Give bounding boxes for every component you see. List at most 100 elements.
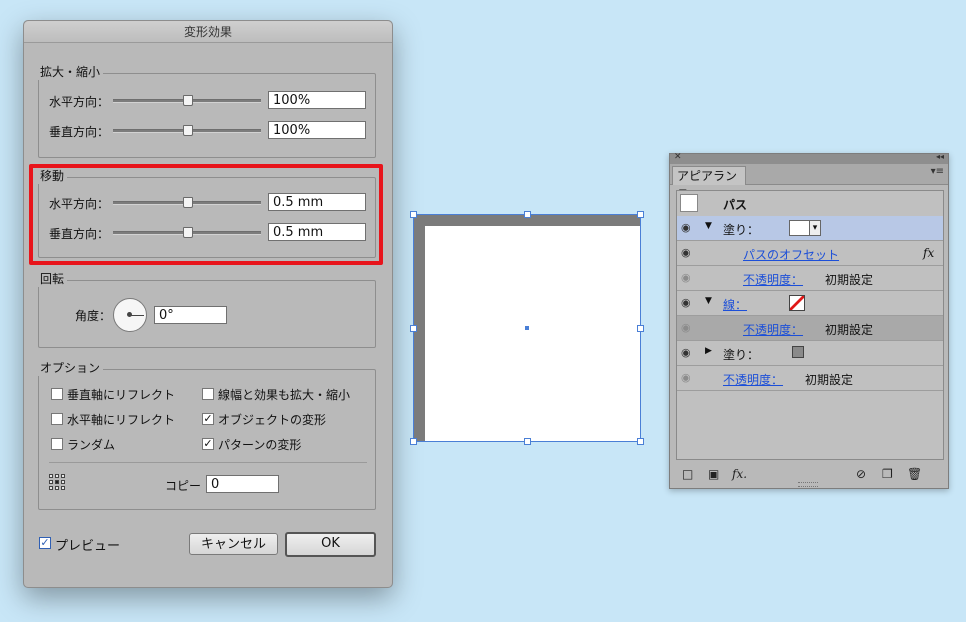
reflect-vertical-label: 垂直軸にリフレクト — [67, 388, 176, 402]
scale-vertical-label: 垂直方向： — [49, 125, 110, 139]
options-divider — [49, 462, 367, 463]
fill-opacity-value: 初期設定 — [825, 273, 874, 287]
stroke-row[interactable]: ◉ ▼ 線： — [677, 291, 943, 316]
rotate-group: 回転 角度： 0° — [37, 271, 376, 348]
handle-middle-left[interactable] — [410, 325, 417, 332]
object-row[interactable]: パス — [677, 191, 943, 217]
fx-icon: fx — [923, 246, 935, 260]
delete-item-icon[interactable]: 🗑 — [907, 467, 922, 481]
angle-dial-center — [127, 312, 132, 317]
stroke-opacity-link[interactable]: 不透明度： — [743, 321, 803, 338]
scale-horizontal-label: 水平方向： — [49, 95, 110, 109]
copies-label: コピー — [165, 479, 202, 493]
random-label: ランダム — [67, 438, 116, 452]
handle-bottom-right[interactable] — [637, 438, 644, 445]
move-highlight-box — [29, 164, 383, 265]
reference-point-icon[interactable] — [49, 474, 67, 492]
fill-color-swatch[interactable] — [789, 220, 811, 236]
scale-vertical-slider-thumb[interactable] — [183, 125, 193, 136]
add-new-stroke-icon[interactable]: ▣ — [708, 467, 719, 481]
fill-expand-icon[interactable]: ▼ — [705, 221, 712, 231]
panel-resize-grip[interactable] — [798, 482, 818, 487]
tab-appearance[interactable]: アピアランス — [672, 166, 746, 201]
panel-header-bar: ✕ ◂◂ — [670, 152, 948, 164]
object-opacity-link[interactable]: 不透明度： — [723, 371, 783, 388]
stroke-visibility-eye-icon[interactable]: ◉ — [681, 296, 691, 309]
fill-visibility-eye-icon[interactable]: ◉ — [681, 221, 691, 234]
appearance-panel: ✕ ◂◂ アピアランス ▾≡ パス ◉ ▼ 塗り： ▾ ◉ パスのオフセット f… — [669, 152, 949, 489]
panel-close-icon[interactable]: ✕ — [674, 152, 682, 162]
selected-path-object[interactable] — [410, 211, 644, 445]
stroke-opacity-row[interactable]: ◉ 不透明度： 初期設定 — [677, 316, 943, 341]
panel-menu-icon[interactable]: ▾≡ — [931, 166, 944, 177]
object-opacity-row[interactable]: ◉ 不透明度： 初期設定 — [677, 366, 943, 391]
reflect-horizontal-checkbox[interactable] — [51, 413, 63, 425]
reflect-horizontal-label: 水平軸にリフレクト — [67, 413, 176, 427]
scale-horizontal-slider-thumb[interactable] — [183, 95, 193, 106]
angle-dial[interactable] — [113, 298, 147, 332]
handle-middle-right[interactable] — [637, 325, 644, 332]
fill-opacity-row[interactable]: ◉ 不透明度： 初期設定 — [677, 266, 943, 291]
stroke-opacity-value: 初期設定 — [825, 323, 874, 337]
offset-path-row[interactable]: ◉ パスのオフセット fx — [677, 241, 943, 266]
panel-collapse-icon[interactable]: ◂◂ — [936, 152, 944, 161]
add-new-fill-icon[interactable]: □ — [682, 467, 693, 481]
object-name: パス — [723, 198, 748, 212]
scale-horizontal-input[interactable]: 100% — [268, 91, 366, 109]
stroke-none-swatch[interactable] — [789, 295, 805, 311]
fill2-label: 塗り： — [723, 348, 760, 362]
rotate-legend: 回転 — [37, 271, 68, 287]
add-effect-icon[interactable]: fx. — [732, 467, 747, 481]
fill-label: 塗り： — [723, 223, 760, 237]
panel-footer: □ ▣ fx. ⊘ ❐ 🗑 — [670, 462, 948, 488]
panel-tab-bar: アピアランス ▾≡ — [670, 164, 948, 201]
fill2-color-swatch[interactable] — [792, 346, 804, 358]
cancel-button[interactable]: キャンセル — [189, 533, 278, 555]
offset-path-link[interactable]: パスのオフセット — [743, 246, 839, 263]
ok-button[interactable]: OK — [285, 532, 376, 557]
fill-dropdown-icon[interactable]: ▾ — [809, 220, 821, 236]
fill2-visibility-eye-icon[interactable]: ◉ — [681, 346, 691, 359]
handle-top-right[interactable] — [637, 211, 644, 218]
offset-visibility-eye-icon[interactable]: ◉ — [681, 246, 691, 259]
handle-top-left[interactable] — [410, 211, 417, 218]
handle-bottom-left[interactable] — [410, 438, 417, 445]
preview-checkbox[interactable]: ✓ — [39, 537, 51, 549]
scale-legend: 拡大・縮小 — [37, 64, 104, 80]
options-legend: オプション — [37, 360, 104, 376]
reflect-vertical-checkbox[interactable] — [51, 388, 63, 400]
center-point — [525, 326, 529, 330]
handle-top-center[interactable] — [524, 211, 531, 218]
transform-effect-dialog: 変形効果 拡大・縮小 水平方向： 100% 垂直方向： 100% 移動 水平方向… — [23, 20, 393, 588]
duplicate-item-icon[interactable]: ❐ — [882, 467, 893, 481]
angle-input[interactable]: 0° — [154, 306, 227, 324]
options-group: オプション 垂直軸にリフレクト 水平軸にリフレクト ランダム 線幅と効果も拡大・… — [37, 360, 376, 510]
transform-patterns-checkbox[interactable]: ✓ — [202, 438, 214, 450]
angle-label: 角度： — [75, 309, 112, 323]
angle-dial-indicator — [130, 315, 144, 316]
object-thumbnail — [680, 194, 698, 212]
stroke-opacity-eye-icon[interactable]: ◉ — [681, 321, 691, 334]
transform-objects-checkbox[interactable]: ✓ — [202, 413, 214, 425]
scale-vertical-input[interactable]: 100% — [268, 121, 366, 139]
fill2-collapse-icon[interactable]: ▶ — [705, 346, 712, 356]
clear-appearance-icon[interactable]: ⊘ — [856, 467, 866, 481]
fill-opacity-link[interactable]: 不透明度： — [743, 271, 803, 288]
fill-opacity-eye-icon[interactable]: ◉ — [681, 271, 691, 284]
scale-group: 拡大・縮小 水平方向： 100% 垂直方向： 100% — [37, 64, 376, 158]
handle-bottom-center[interactable] — [524, 438, 531, 445]
random-checkbox[interactable] — [51, 438, 63, 450]
stroke-link[interactable]: 線： — [723, 296, 747, 313]
dialog-title: 変形効果 — [24, 21, 392, 43]
scale-strokes-label: 線幅と効果も拡大・縮小 — [218, 388, 351, 402]
copies-input[interactable]: 0 — [206, 475, 279, 493]
object-opacity-value: 初期設定 — [805, 373, 854, 387]
fill-row[interactable]: ◉ ▼ 塗り： ▾ — [677, 216, 943, 241]
transform-patterns-label: パターンの変形 — [218, 438, 302, 452]
scale-strokes-checkbox[interactable] — [202, 388, 214, 400]
fill2-row[interactable]: ◉ ▶ 塗り： — [677, 341, 943, 366]
object-opacity-eye-icon[interactable]: ◉ — [681, 371, 691, 384]
stroke-expand-icon[interactable]: ▼ — [705, 296, 712, 306]
transform-objects-label: オブジェクトの変形 — [218, 413, 327, 427]
preview-label: プレビュー — [55, 539, 121, 554]
